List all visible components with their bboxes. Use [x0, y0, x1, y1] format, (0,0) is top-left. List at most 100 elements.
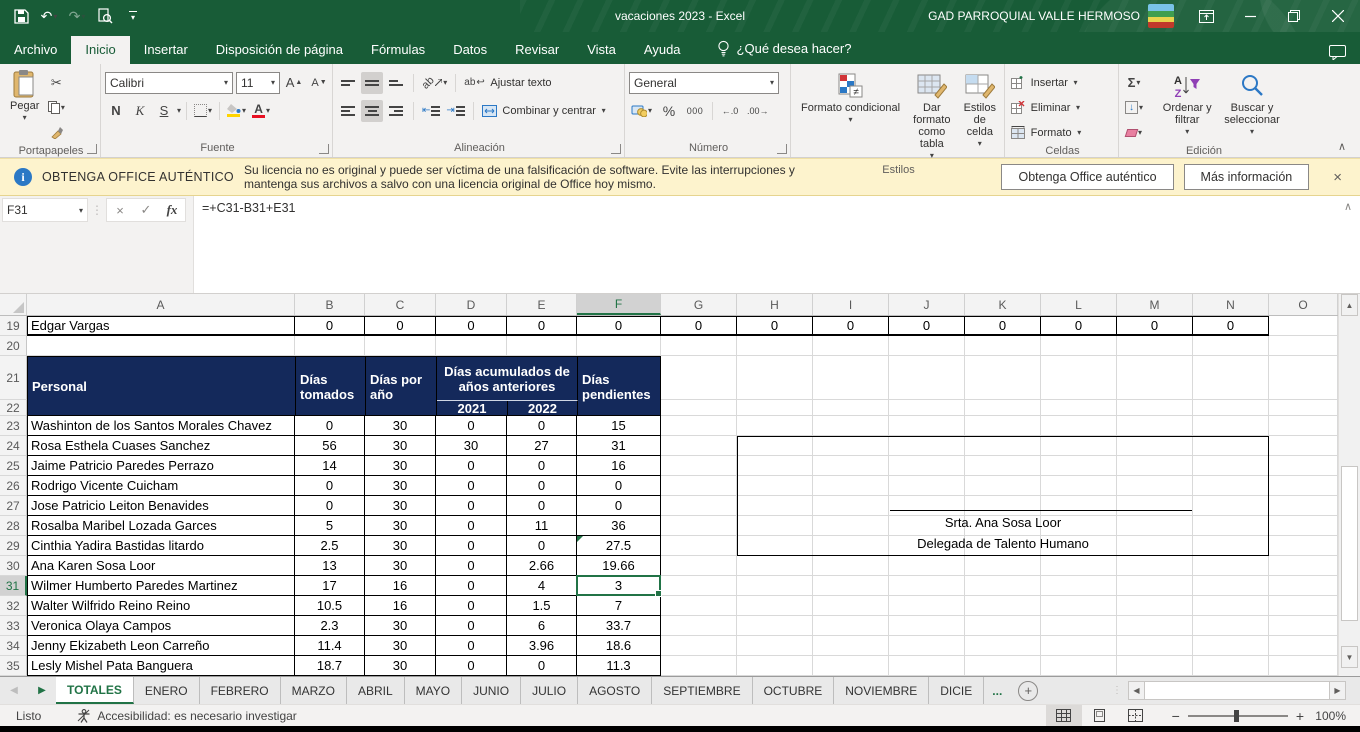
cell-N20[interactable]: [1193, 336, 1269, 356]
formula-input[interactable]: =+C31-B31+E31 ∧: [193, 196, 1360, 293]
align-bottom-icon[interactable]: [385, 72, 407, 94]
cell-J33[interactable]: [889, 616, 965, 636]
col-header-E[interactable]: E: [507, 294, 577, 315]
comma-style-icon[interactable]: 000: [684, 100, 706, 122]
cell-C33[interactable]: 30: [365, 616, 436, 636]
comment-icon[interactable]: [1329, 45, 1346, 60]
cell-B25[interactable]: 14: [295, 456, 365, 476]
cell-K31[interactable]: [965, 576, 1041, 596]
sheet-nav-right-icon[interactable]: ▶: [38, 685, 46, 696]
cell-O33[interactable]: [1269, 616, 1338, 636]
cell-C20[interactable]: [365, 336, 436, 356]
col-header-F[interactable]: F: [577, 294, 661, 315]
more-info-button[interactable]: Más información: [1184, 164, 1310, 190]
ribbon-tab-formulas[interactable]: Fórmulas: [357, 36, 439, 64]
col-header-I[interactable]: I: [813, 294, 889, 315]
sheet-tab-julio[interactable]: JULIO: [521, 677, 578, 704]
cell-D35[interactable]: 0: [436, 656, 507, 676]
cell-D28[interactable]: 0: [436, 516, 507, 536]
sheet-tab-agosto[interactable]: AGOSTO: [578, 677, 652, 704]
cell-J34[interactable]: [889, 636, 965, 656]
row-header-21[interactable]: 21: [0, 356, 27, 400]
cell-G24[interactable]: [661, 436, 737, 456]
name-box[interactable]: F31▾: [2, 198, 88, 222]
page-layout-view-icon[interactable]: [1082, 705, 1118, 727]
cell-B35[interactable]: 18.7: [295, 656, 365, 676]
cell-I35[interactable]: [813, 656, 889, 676]
cell-H23[interactable]: [737, 416, 813, 436]
row-header-24[interactable]: 24: [0, 436, 27, 456]
cell-J35[interactable]: [889, 656, 965, 676]
col-header-J[interactable]: J: [889, 294, 965, 315]
scroll-up-icon[interactable]: ▲: [1341, 294, 1358, 316]
zoom-slider-thumb[interactable]: [1234, 710, 1239, 722]
ribbon-tab-revisar[interactable]: Revisar: [501, 36, 573, 64]
cell-E29[interactable]: 0: [507, 536, 577, 556]
cell-C35[interactable]: 30: [365, 656, 436, 676]
select-all-corner[interactable]: [0, 294, 27, 315]
row-header-23[interactable]: 23: [0, 416, 27, 436]
cell-A24[interactable]: Rosa Esthela Cuases Sanchez: [27, 436, 295, 456]
row-header-19[interactable]: 19: [0, 316, 27, 336]
cell-E30[interactable]: 2.66: [507, 556, 577, 576]
cell-H31[interactable]: [737, 576, 813, 596]
cell-L35[interactable]: [1041, 656, 1117, 676]
cell-F33[interactable]: 33.7: [577, 616, 661, 636]
sheet-tab-febrero[interactable]: FEBRERO: [200, 677, 281, 704]
cell-C29[interactable]: 30: [365, 536, 436, 556]
cell-E28[interactable]: 11: [507, 516, 577, 536]
cell-D24[interactable]: 30: [436, 436, 507, 456]
cell-filler[interactable]: [1041, 400, 1117, 416]
cell-filler[interactable]: [965, 356, 1041, 400]
col-header-A[interactable]: A: [27, 294, 295, 315]
cell-J20[interactable]: [889, 336, 965, 356]
cell-M19[interactable]: 0: [1117, 316, 1193, 336]
cell-I30[interactable]: [813, 556, 889, 576]
cell-K30[interactable]: [965, 556, 1041, 576]
alignment-dialog-launcher[interactable]: [611, 144, 621, 154]
cell-N23[interactable]: [1193, 416, 1269, 436]
scroll-left-icon[interactable]: ◀: [1128, 681, 1145, 700]
undo-icon[interactable]: ↶▾: [36, 3, 62, 29]
col-header-L[interactable]: L: [1041, 294, 1117, 315]
increase-indent-icon[interactable]: ⇥: [444, 100, 466, 122]
cell-A31[interactable]: Wilmer Humberto Paredes Martinez: [27, 576, 295, 596]
cell-C26[interactable]: 30: [365, 476, 436, 496]
tab-splitter[interactable]: ⋮: [1112, 685, 1122, 696]
align-top-icon[interactable]: [337, 72, 359, 94]
cell-O32[interactable]: [1269, 596, 1338, 616]
find-select-button[interactable]: Buscar y seleccionar▾: [1219, 66, 1285, 145]
zoom-out-icon[interactable]: −: [1172, 708, 1180, 724]
cell-A23[interactable]: Washinton de los Santos Morales Chavez: [27, 416, 295, 436]
ribbon-tab-vista[interactable]: Vista: [573, 36, 630, 64]
cell-M32[interactable]: [1117, 596, 1193, 616]
cell-G29[interactable]: [661, 536, 737, 556]
cell-filler[interactable]: [661, 400, 737, 416]
cell-N19[interactable]: 0: [1193, 316, 1269, 336]
cell-F24[interactable]: 31: [577, 436, 661, 456]
cell-E19[interactable]: 0: [507, 316, 577, 336]
cell-O20[interactable]: [1269, 336, 1338, 356]
account-name[interactable]: GAD PARROQUIAL VALLE HERMOSO: [928, 9, 1140, 23]
warning-close-icon[interactable]: ×: [1325, 169, 1350, 186]
cell-filler[interactable]: [889, 356, 965, 400]
cell-B32[interactable]: 10.5: [295, 596, 365, 616]
decrease-decimal-icon[interactable]: .00→: [745, 100, 771, 122]
row-header-22[interactable]: 22: [0, 400, 27, 416]
ribbon-tab-datos[interactable]: Datos: [439, 36, 501, 64]
row-header-27[interactable]: 27: [0, 496, 27, 516]
cell-O23[interactable]: [1269, 416, 1338, 436]
sheet-overflow[interactable]: ...: [984, 677, 1010, 704]
cell-D31[interactable]: 0: [436, 576, 507, 596]
minimize-button[interactable]: [1228, 0, 1272, 32]
row-header-32[interactable]: 32: [0, 596, 27, 616]
table-header[interactable]: Personal Días tomados Días por año Días …: [27, 356, 661, 416]
enter-icon[interactable]: ✓: [133, 202, 159, 218]
cell-G27[interactable]: [661, 496, 737, 516]
cell-M31[interactable]: [1117, 576, 1193, 596]
cell-J30[interactable]: [889, 556, 965, 576]
cell-C24[interactable]: 30: [365, 436, 436, 456]
cell-K33[interactable]: [965, 616, 1041, 636]
cell-A32[interactable]: Walter Wilfrido Reino Reino: [27, 596, 295, 616]
cell-I19[interactable]: 0: [813, 316, 889, 336]
